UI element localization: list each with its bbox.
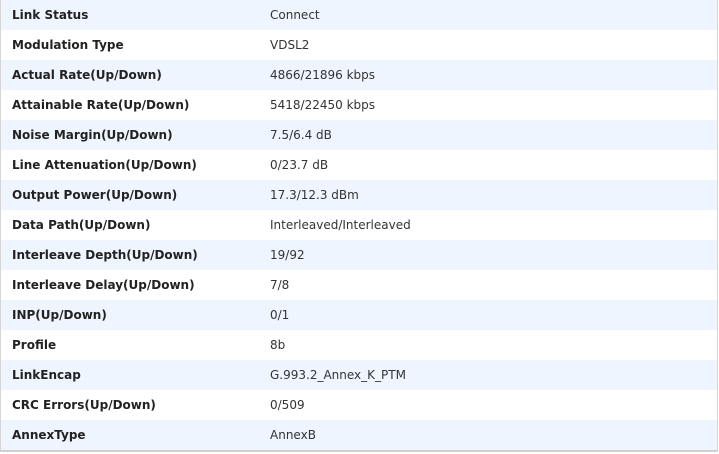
row-value: 19/92: [270, 248, 305, 262]
row-value: Interleaved/Interleaved: [270, 218, 411, 232]
table-row: Modulation Type VDSL2: [1, 30, 717, 60]
row-value: 7.5/6.4 dB: [270, 128, 332, 142]
table-row: Attainable Rate(Up/Down) 5418/22450 kbps: [1, 90, 717, 120]
row-label: Link Status: [12, 8, 89, 22]
row-value: 4866/21896 kbps: [270, 68, 376, 82]
table-row: LinkEncap G.993.2_Annex_K_PTM: [1, 360, 717, 390]
row-value: 5418/22450 kbps: [270, 98, 376, 112]
row-label: Interleave Delay(Up/Down): [12, 278, 195, 292]
row-value: 0/23.7 dB: [270, 158, 329, 172]
row-label: Profile: [12, 338, 57, 352]
table-row: Link Status Connect: [1, 0, 717, 30]
row-label: Line Attenuation(Up/Down): [12, 158, 197, 172]
table-row: Interleave Delay(Up/Down) 7/8: [1, 270, 717, 300]
row-label: Attainable Rate(Up/Down): [12, 98, 190, 112]
table-row: Data Path(Up/Down) Interleaved/Interleave…: [1, 210, 717, 240]
table-row: Output Power(Up/Down) 17.3/12.3 dBm: [1, 180, 717, 210]
row-label: Interleave Depth(Up/Down): [12, 248, 198, 262]
row-label: AnnexType: [12, 428, 86, 442]
row-label: Modulation Type: [12, 38, 124, 52]
dsl-status-table: Link Status Connect Modulation Type VDSL2 Ac…: [0, 0, 718, 452]
table-row: CRC Errors(Up/Down) 0/509: [1, 390, 717, 420]
row-value: 8b: [270, 338, 286, 352]
row-label: Noise Margin(Up/Down): [12, 128, 173, 142]
table-row: INP(Up/Down) 0/1: [1, 300, 717, 330]
row-label: LinkEncap: [12, 368, 81, 382]
row-label: Output Power(Up/Down): [12, 188, 178, 202]
row-value: 17.3/12.3 dBm: [270, 188, 359, 202]
table-row: Interleave Depth(Up/Down) 19/92: [1, 240, 717, 270]
row-label: Data Path(Up/Down): [12, 218, 151, 232]
row-value: 0/509: [270, 398, 305, 412]
row-label: Actual Rate(Up/Down): [12, 68, 162, 82]
table-row: AnnexType AnnexB: [1, 420, 717, 450]
row-value: AnnexB: [270, 428, 316, 442]
row-value: VDSL2: [270, 38, 310, 52]
row-value: 0/1: [270, 308, 290, 322]
table-row: Line Attenuation(Up/Down) 0/23.7 dB: [1, 150, 717, 180]
row-value: 7/8: [270, 278, 290, 292]
table-row: Profile 8b: [1, 330, 717, 360]
row-value: Connect: [270, 8, 320, 22]
table-row: Actual Rate(Up/Down) 4866/21896 kbps: [1, 60, 717, 90]
table-row: Noise Margin(Up/Down) 7.5/6.4 dB: [1, 120, 717, 150]
row-label: INP(Up/Down): [12, 308, 107, 322]
row-value: G.993.2_Annex_K_PTM: [270, 368, 406, 382]
row-label: CRC Errors(Up/Down): [12, 398, 156, 412]
